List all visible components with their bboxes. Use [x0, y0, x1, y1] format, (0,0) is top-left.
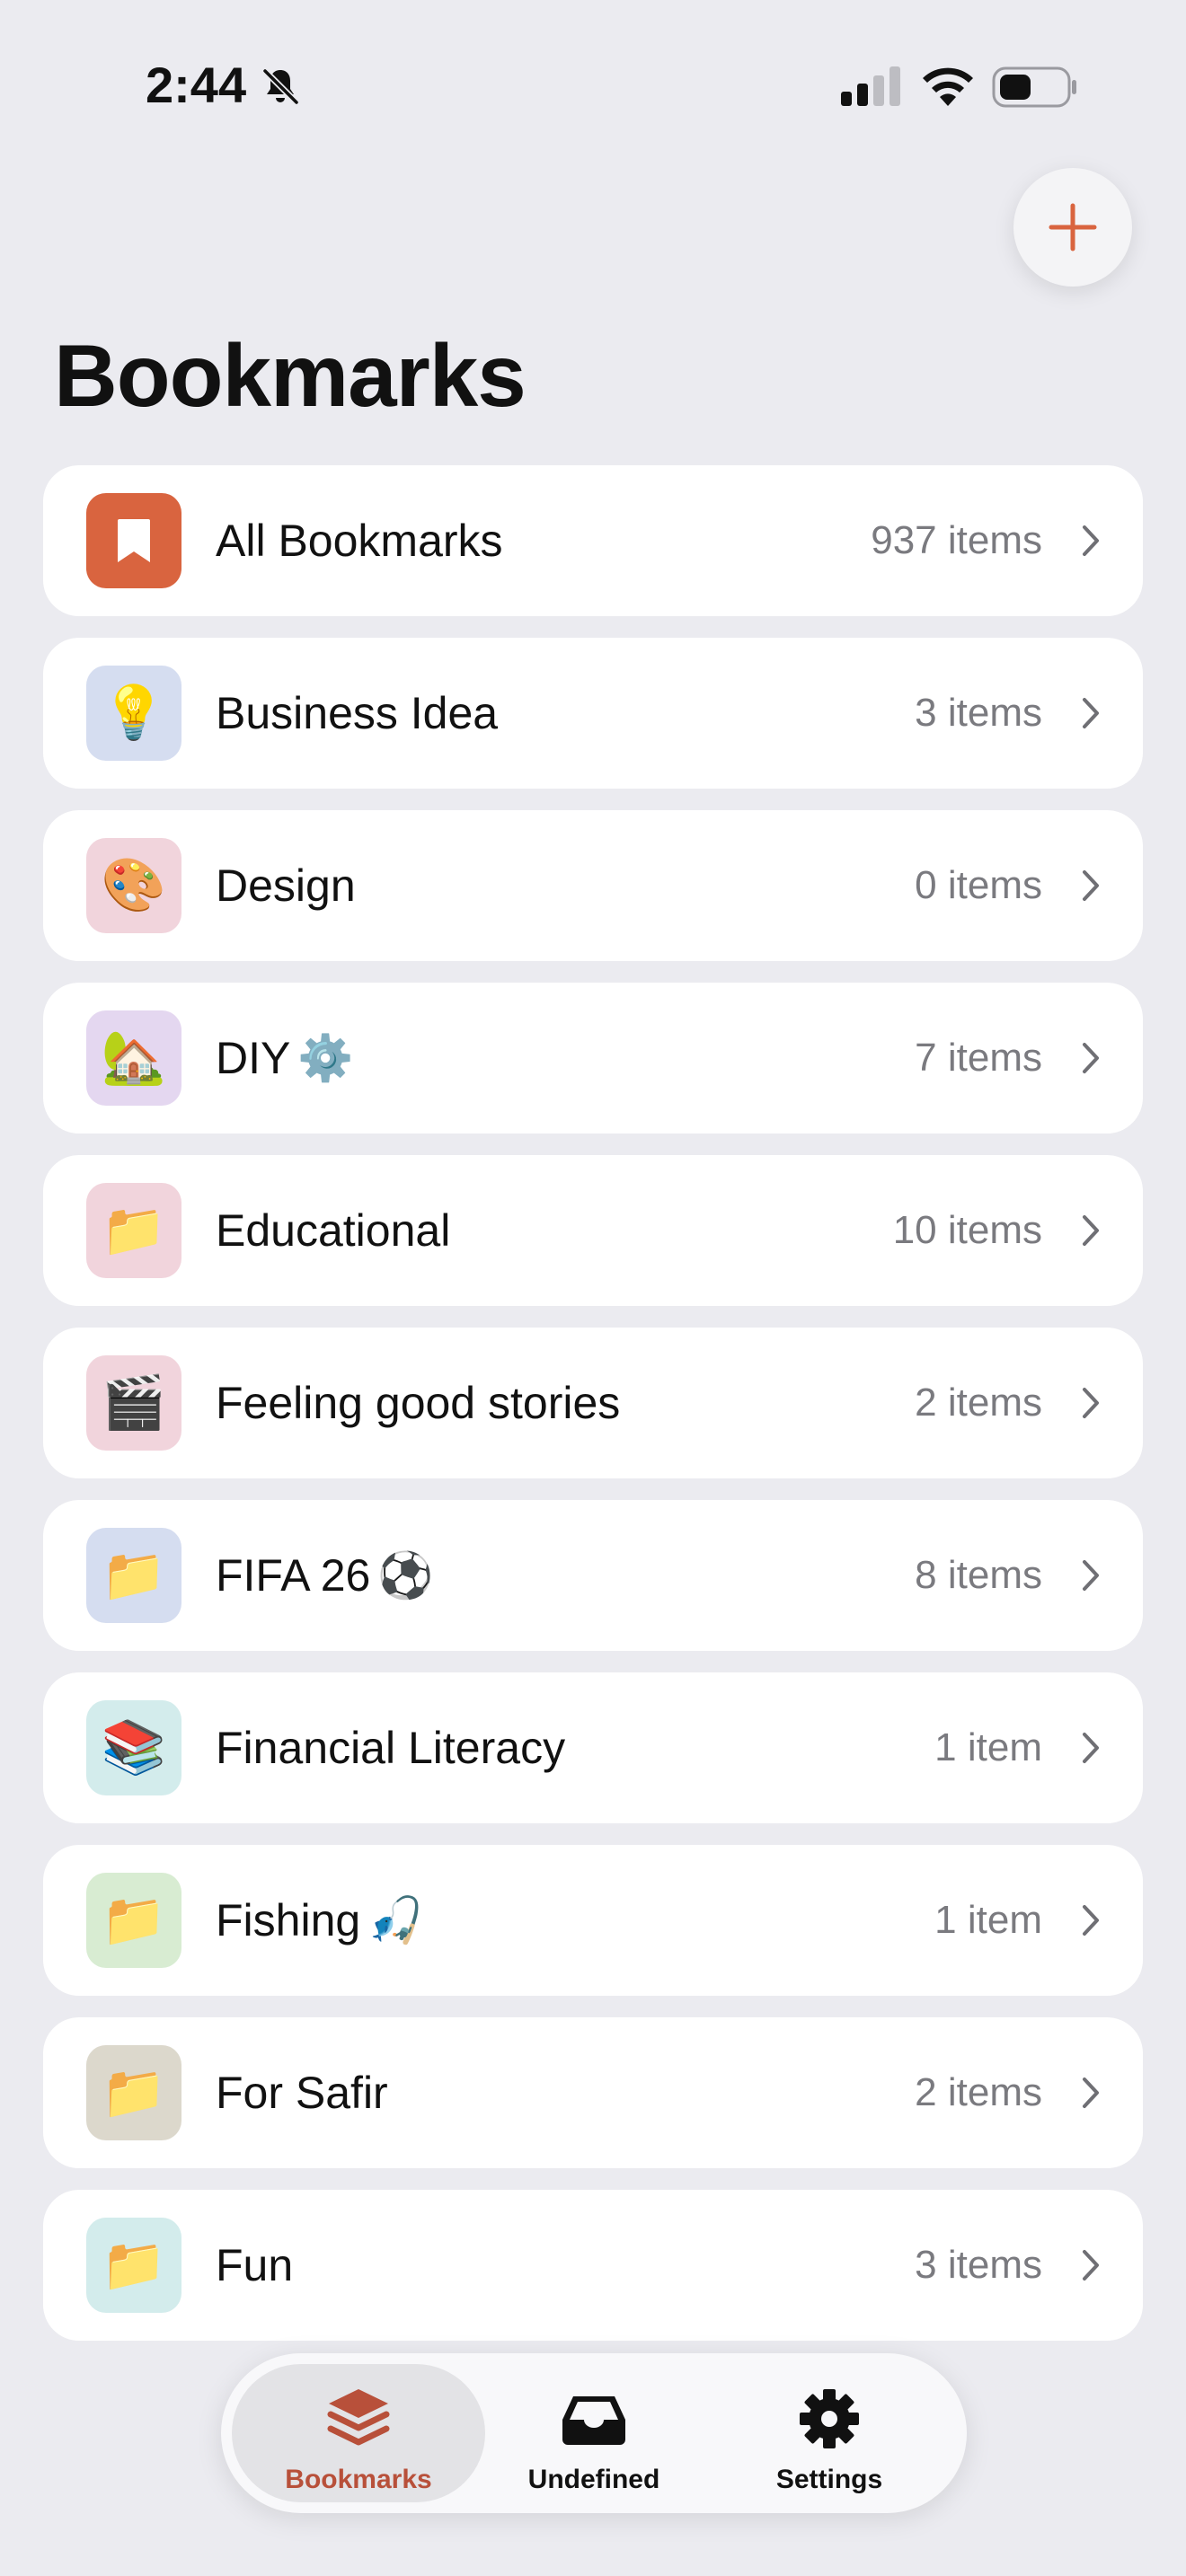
gear-icon	[800, 2389, 859, 2448]
bookmark-row-all-bookmarks[interactable]: All Bookmarks 937 items	[43, 465, 1143, 616]
folder-icon: 📁	[86, 2045, 181, 2140]
palette-icon: 🎨	[86, 838, 181, 933]
bookmark-count: 7 items	[915, 1036, 1042, 1080]
gear-emoji: ⚙️	[297, 1033, 354, 1083]
house-icon: 🏡	[86, 1010, 181, 1106]
chevron-right-icon	[1083, 698, 1099, 728]
bookmark-count: 937 items	[871, 518, 1042, 562]
bookmark-label: For Safir	[216, 2068, 388, 2118]
bookmark-label: Design	[216, 860, 356, 911]
bookmark-row-business-idea[interactable]: 💡 Business Idea 3 items	[43, 638, 1143, 789]
bookmark-count: 1 item	[934, 1898, 1042, 1942]
bookmark-row-design[interactable]: 🎨 Design 0 items	[43, 810, 1143, 961]
bookmark-count: 3 items	[915, 691, 1042, 735]
add-bookmark-button[interactable]	[1013, 168, 1132, 287]
bookmark-row-feeling-good-stories[interactable]: 🎬 Feeling good stories 2 items	[43, 1328, 1143, 1478]
bookmark-row-fishing[interactable]: 📁 Fishing 🎣 1 item	[43, 1845, 1143, 1996]
bookmark-count: 2 items	[915, 2070, 1042, 2114]
folder-icon: 📁	[86, 1528, 181, 1623]
chevron-right-icon	[1083, 2250, 1099, 2280]
tab-label: Settings	[775, 2465, 883, 2494]
bookmark-row-educational[interactable]: 📁 Educational 10 items	[43, 1155, 1143, 1306]
cellular-signal-icon	[841, 66, 900, 106]
bookmark-row-fun[interactable]: 📁 Fun 3 items	[43, 2190, 1143, 2341]
status-time: 2:44	[146, 57, 247, 113]
chevron-right-icon	[1083, 1905, 1099, 1936]
bookmark-icon	[86, 493, 181, 588]
status-bar: 2:44	[0, 0, 1186, 171]
bookmark-count: 10 items	[892, 1208, 1042, 1252]
bell-slash-icon	[262, 68, 299, 105]
tab-label: Bookmarks	[285, 2465, 432, 2494]
clapperboard-icon: 🎬	[86, 1355, 181, 1451]
folder-icon: 📁	[86, 2218, 181, 2313]
chevron-right-icon	[1083, 2078, 1099, 2108]
chevron-right-icon	[1083, 1215, 1099, 1246]
bookmark-row-fifa-26[interactable]: 📁 FIFA 26 ⚽ 8 items	[43, 1500, 1143, 1651]
chevron-right-icon	[1083, 870, 1099, 901]
bookmark-row-diy[interactable]: 🏡 DIY ⚙️ 7 items	[43, 983, 1143, 1134]
chevron-right-icon	[1083, 1043, 1099, 1073]
bookmark-count: 3 items	[915, 2243, 1042, 2287]
bookmark-label: FIFA 26 ⚽	[216, 1550, 434, 1601]
bookmark-label: Fishing 🎣	[216, 1895, 424, 1945]
bookmark-count: 1 item	[934, 1725, 1042, 1769]
folder-icon: 📁	[86, 1873, 181, 1968]
chevron-right-icon	[1083, 525, 1099, 556]
battery-icon	[992, 66, 1076, 108]
bookmark-row-financial-literacy[interactable]: 📚 Financial Literacy 1 item	[43, 1672, 1143, 1823]
bookmark-label: Fun	[216, 2240, 294, 2290]
bookmark-count: 2 items	[915, 1381, 1042, 1425]
tab-settings[interactable]: Settings	[703, 2364, 956, 2502]
bookmark-count: 8 items	[915, 1553, 1042, 1597]
bookmark-label: Feeling good stories	[216, 1378, 621, 1428]
bookmark-list: All Bookmarks 937 items 💡 Business Idea …	[43, 465, 1143, 2362]
fishing-pole-emoji: 🎣	[367, 1895, 424, 1945]
bookmark-label: All Bookmarks	[216, 516, 503, 566]
wifi-icon	[923, 67, 973, 106]
bookmark-row-for-safir[interactable]: 📁 For Safir 2 items	[43, 2017, 1143, 2168]
tab-undefined[interactable]: Undefined	[467, 2364, 721, 2502]
tray-icon	[562, 2396, 625, 2445]
stack-icon	[327, 2389, 390, 2446]
chevron-right-icon	[1083, 1560, 1099, 1591]
lightbulb-icon: 💡	[86, 666, 181, 761]
chevron-right-icon	[1083, 1388, 1099, 1418]
bookmark-label: Financial Literacy	[216, 1723, 566, 1773]
tab-bookmarks[interactable]: Bookmarks	[232, 2364, 485, 2502]
plus-icon	[1049, 203, 1097, 251]
tab-label: Undefined	[527, 2465, 660, 2494]
bookmark-label: Educational	[216, 1205, 451, 1256]
bookmark-label: Business Idea	[216, 688, 499, 738]
bookmark-count: 0 items	[915, 863, 1042, 907]
chevron-right-icon	[1083, 1733, 1099, 1763]
bookmark-label: DIY ⚙️	[216, 1033, 354, 1083]
soccer-ball-emoji: ⚽	[377, 1550, 434, 1601]
tab-bar: Bookmarks Undefined Settings	[221, 2353, 967, 2513]
folder-icon: 📁	[86, 1183, 181, 1278]
books-icon: 📚	[86, 1700, 181, 1795]
page-title: Bookmarks	[54, 326, 527, 425]
